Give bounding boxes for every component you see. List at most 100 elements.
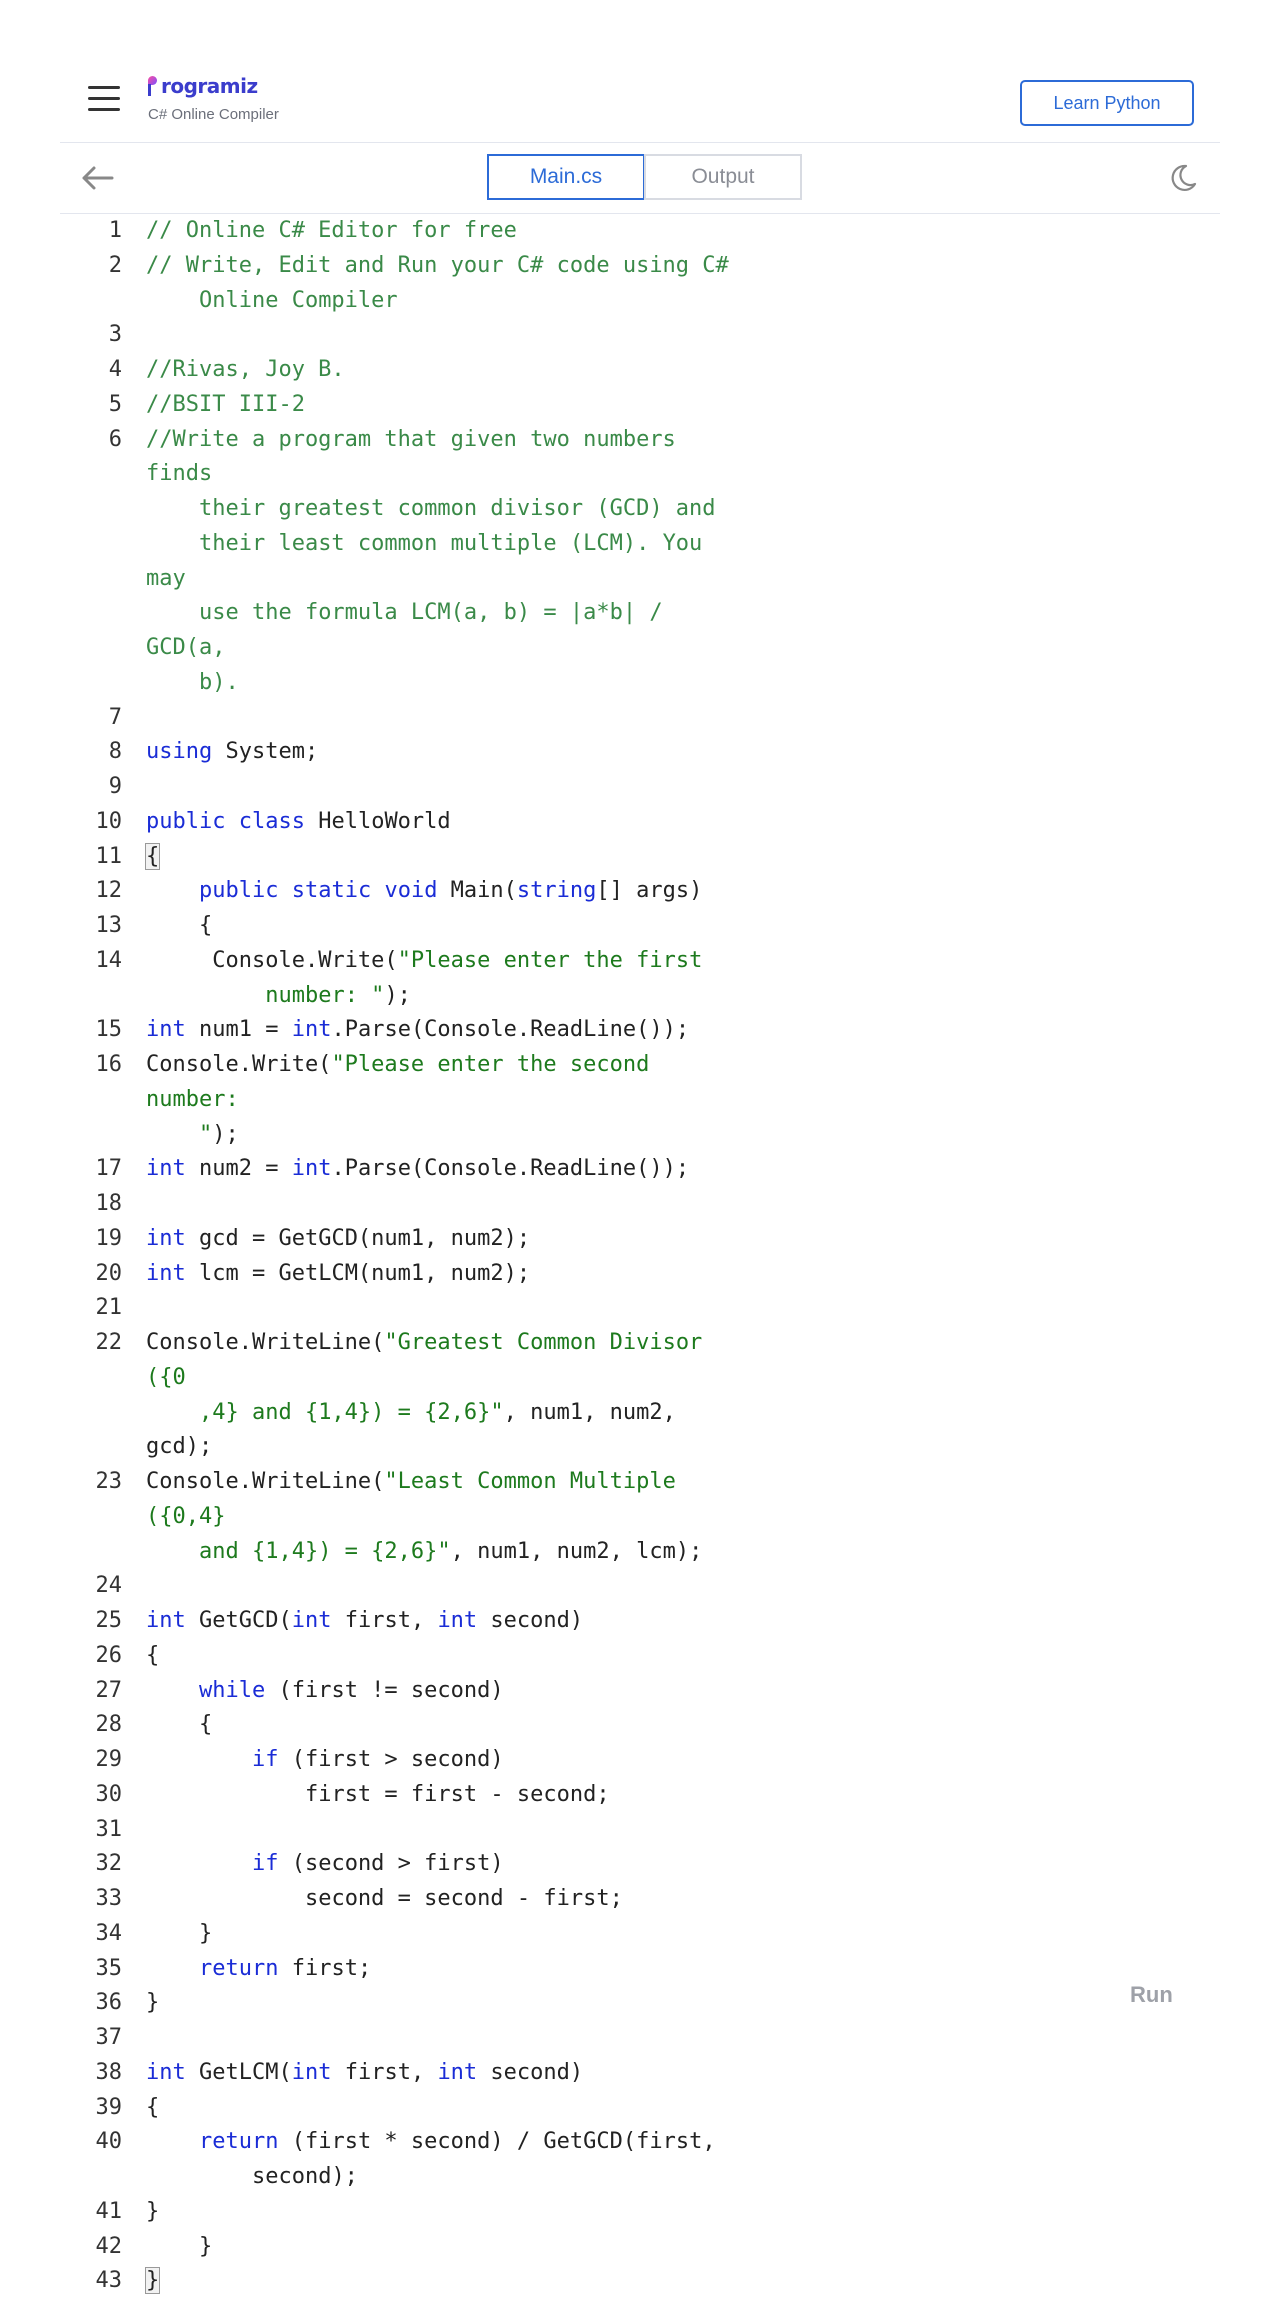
code-line[interactable]: 40 return (first * second) / GetGCD(firs… [60,2125,1160,2195]
code-line[interactable]: 8 using System; [60,735,1160,770]
code-text[interactable]: Console.WriteLine("Least Common Multiple… [146,1465,746,1569]
code-text[interactable]: int lcm = GetLCM(num1, num2); [146,1257,746,1292]
code-token: } [146,2198,160,2224]
code-text[interactable]: int gcd = GetGCD(num1, num2); [146,1222,746,1257]
programiz-logo[interactable]: rogramiz [148,74,279,98]
code-line[interactable]: 36} [60,1986,1160,2021]
code-line[interactable]: 26 { [60,1639,1160,1674]
code-token: GetGCD( [185,1608,292,1633]
code-line[interactable]: 22 Console.WriteLine("Greatest Common Div… [60,1326,1160,1465]
code-line[interactable]: 30 first = first - second; [60,1778,1160,1813]
code-line[interactable]: 9​ [60,770,1160,805]
code-text[interactable]: return (first * second) / GetGCD(first, … [146,2125,746,2195]
hamburger-menu-icon[interactable] [88,86,120,112]
code-line[interactable]: 10 public class HelloWorld [60,805,1160,840]
code-line[interactable]: 43} [60,2264,1160,2299]
code-line[interactable]: 17 int num2 = int.Parse(Console.ReadLine(… [60,1152,1160,1187]
code-text[interactable]: } [146,2230,746,2265]
code-text[interactable]: ​ [146,701,746,736]
code-text[interactable]: } [146,1917,746,1952]
back-arrow-icon[interactable] [80,165,114,191]
code-line[interactable]: 38 int GetLCM(int first, int second) [60,2056,1160,2091]
code-text[interactable]: while (first != second) [146,1674,746,1709]
brand[interactable]: rogramiz C# Online Compiler [148,74,279,123]
code-text[interactable]: int num1 = int.Parse(Console.ReadLine())… [146,1013,746,1048]
code-line[interactable]: 25 int GetGCD(int first, int second) [60,1604,1160,1639]
learn-python-button[interactable]: Learn Python [1020,80,1194,126]
code-line[interactable]: 11 { [60,840,1160,875]
tab-output[interactable]: Output [644,154,802,200]
code-text[interactable]: Console.Write("Please enter the second n… [146,1048,746,1152]
code-line[interactable]: 24 ​ [60,1569,1160,1604]
code-text[interactable]: //BSIT III-2 [146,388,746,423]
code-line[interactable]: 4 //Rivas, Joy B. [60,353,1160,388]
code-line[interactable]: 5 //BSIT III-2 [60,388,1160,423]
code-line[interactable]: 19 int gcd = GetGCD(num1, num2); [60,1222,1160,1257]
code-text[interactable]: //Rivas, Joy B. [146,353,746,388]
code-line[interactable]: 33 second = second - first; [60,1882,1160,1917]
code-line[interactable]: 6 //Write a program that given two number… [60,423,1160,701]
code-text[interactable]: { [146,909,746,944]
code-line[interactable]: 27 while (first != second) [60,1674,1160,1709]
code-text[interactable]: ​ [146,770,746,805]
code-line[interactable]: 42 } [60,2230,1160,2265]
code-text[interactable]: int GetGCD(int first, int second) [146,1604,746,1639]
code-line[interactable]: 2 // Write, Edit and Run your C# code usi… [60,249,1160,319]
line-number: 4 [108,357,122,382]
code-text[interactable]: if (second > first) [146,1847,746,1882]
code-editor[interactable]: 1 // Online C# Editor for free 2 // Write, … [60,214,1160,2299]
code-line[interactable]: 41} [60,2195,1160,2230]
code-line[interactable]: 32 if (second > first) [60,1847,1160,1882]
code-line[interactable]: 34 } [60,1917,1160,1952]
code-text[interactable]: return first; [146,1952,746,1987]
code-line[interactable]: 14 Console.Write("Please enter the first… [60,944,1160,1014]
code-line[interactable]: 31 ​ [60,1813,1160,1848]
code-line[interactable]: 15 int num1 = int.Parse(Console.ReadLine(… [60,1013,1160,1048]
line-number: 33 [95,1886,123,1911]
code-text[interactable]: // Write, Edit and Run your C# code usin… [146,249,746,319]
code-text[interactable]: ​ [146,318,746,353]
code-line[interactable]: 7​ [60,701,1160,736]
code-line[interactable]: 23 Console.WriteLine("Least Common Multip… [60,1465,1160,1569]
code-line[interactable]: 3​ [60,318,1160,353]
code-text[interactable]: first = first - second; [146,1778,746,1813]
code-line[interactable]: 12 public static void Main(string[] args… [60,874,1160,909]
code-line[interactable]: 28 { [60,1708,1160,1743]
code-text[interactable]: ​ [146,1291,746,1326]
code-text[interactable]: ​ [146,2021,746,2056]
code-line[interactable]: 29 if (first > second) [60,1743,1160,1778]
dark-mode-moon-icon[interactable] [1168,163,1198,193]
code-text[interactable]: } [144,2264,746,2299]
code-text[interactable]: } [146,2195,746,2230]
code-line[interactable]: 35 return first; [60,1952,1160,1987]
code-line[interactable]: 16 Console.Write("Please enter the second… [60,1048,1160,1152]
code-line[interactable]: 37 ​ [60,2021,1160,2056]
code-text[interactable]: int num2 = int.Parse(Console.ReadLine())… [146,1152,746,1187]
code-text[interactable]: ​ [146,1569,746,1604]
code-text[interactable]: int GetLCM(int first, int second) [146,2056,746,2091]
code-text[interactable]: { [146,1639,746,1674]
code-text[interactable]: } [146,1986,746,2021]
run-button[interactable]: Run [1130,1982,1173,2008]
code-line[interactable]: 1 // Online C# Editor for free [60,214,1160,249]
code-text[interactable]: public class HelloWorld [146,805,746,840]
code-text[interactable]: // Online C# Editor for free [146,214,746,249]
code-text[interactable]: { [144,840,746,875]
code-text[interactable]: if (first > second) [146,1743,746,1778]
code-text[interactable]: Console.Write("Please enter the first nu… [146,944,746,1014]
code-text[interactable]: Console.WriteLine("Greatest Common Divis… [146,1326,746,1465]
code-text[interactable]: ​ [146,1187,746,1222]
code-text[interactable]: { [146,1708,746,1743]
code-text[interactable]: ​ [146,1813,746,1848]
code-line[interactable]: 20 int lcm = GetLCM(num1, num2); [60,1257,1160,1292]
code-line[interactable]: 21 ​ [60,1291,1160,1326]
code-line[interactable]: 13 { [60,909,1160,944]
code-text[interactable]: //Write a program that given two numbers… [146,423,746,701]
code-text[interactable]: using System; [146,735,746,770]
tab-main-cs[interactable]: Main.cs [487,154,645,200]
code-line[interactable]: 18 ​ [60,1187,1160,1222]
code-text[interactable]: public static void Main(string[] args) [146,874,746,909]
code-text[interactable]: second = second - first; [146,1882,746,1917]
